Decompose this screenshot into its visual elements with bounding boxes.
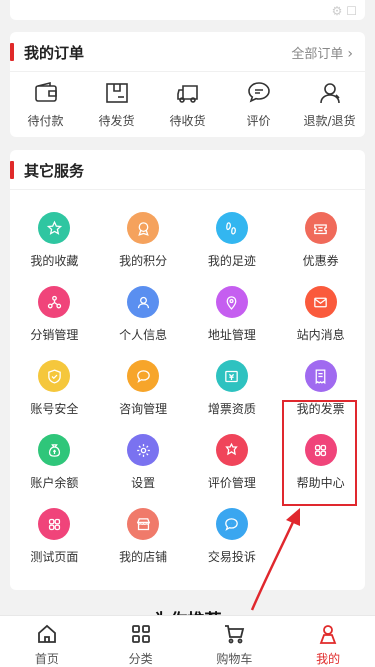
service-item[interactable]: 个人信息 [99,286,188,360]
wallet-icon [34,81,57,102]
order-item-label: 评价 [246,114,271,128]
service-item[interactable]: 评价管理 [188,434,277,508]
service-label: 我的积分 [119,254,168,268]
tab-label: 购物车 [216,652,253,666]
distribution-icon [38,286,71,318]
service-item[interactable]: 我的足迹 [188,212,277,286]
tab-mine[interactable]: 我的 [281,616,375,667]
service-label: 测试页面 [30,550,79,564]
service-label: 我的店铺 [119,550,168,564]
service-label: 评价管理 [207,476,256,490]
service-item[interactable]: 交易投诉 [188,508,277,582]
services-title: 其它服务 [24,162,85,180]
service-item[interactable]: 账号安全 [10,360,99,434]
tab-label: 分类 [128,652,153,666]
tab-home[interactable]: 首页 [0,616,94,667]
order-pending-shipment[interactable]: 待发货 [82,80,152,129]
service-label: 我的收藏 [30,254,79,268]
order-item-label: 退款/退货 [303,114,356,128]
service-label: 增票资质 [207,402,256,416]
tab-label: 首页 [34,652,59,666]
mail-icon [304,286,337,318]
category-icon [131,625,150,643]
grid-icon [38,508,71,540]
profile-card-partial: ⚙ ☐ [10,0,365,20]
service-label: 设置 [131,476,156,490]
service-item[interactable]: 咨询管理 [99,360,188,434]
service-item[interactable]: 我的收藏 [10,212,99,286]
order-review[interactable]: 评价 [224,80,294,129]
service-label: 分销管理 [30,328,79,342]
medal-icon [127,212,160,244]
location-icon [215,286,248,318]
service-label: 站内消息 [296,328,345,342]
bottom-tab-bar: 首页 分类 购物车 我的 [0,615,375,667]
footprint-icon [215,212,248,244]
service-label: 咨询管理 [119,402,168,416]
orders-title: 我的订单 [24,44,85,62]
service-item[interactable]: 站内消息 [276,286,365,360]
money-bag-icon [38,434,71,466]
order-status-row: 待付款 待发货 待收货 评价 退款/退货 [10,80,365,129]
tab-label: 我的 [316,652,341,666]
services-grid: 我的收藏 我的积分 我的足迹 优惠券分销管理 个人信息 地址管理 站内消息账号安全 咨询管理 增… [10,212,365,582]
section-accent-bar [10,43,14,61]
truck-icon [176,85,198,103]
service-item[interactable]: 账户余额 [10,434,99,508]
gear-icon [127,434,160,466]
home-icon [37,624,56,643]
section-accent-bar [10,161,14,179]
orders-section: 我的订单 全部订单 › 待付款 待发货 待收货 评价 退款/退货 [10,32,365,137]
order-pending-payment[interactable]: 待付款 [11,80,81,129]
service-item[interactable]: 设置 [99,434,188,508]
service-item[interactable]: 优惠券 [276,212,365,286]
orders-header: 我的订单 全部订单 › [10,32,365,72]
user-icon [319,625,337,644]
settings-icon[interactable]: ⚙ ☐ [332,4,357,18]
tab-cart[interactable]: 购物车 [188,616,282,667]
service-item[interactable]: 增票资质 [188,360,277,434]
coupon-icon [304,212,337,244]
order-pending-receipt[interactable]: 待收货 [153,80,223,129]
package-icon [105,83,128,103]
tab-category[interactable]: 分类 [94,616,188,667]
highlight-box [282,400,357,506]
service-item[interactable]: 我的店铺 [99,508,188,582]
service-label: 地址管理 [207,328,256,342]
comment-icon [247,82,270,103]
service-item[interactable]: 分销管理 [10,286,99,360]
order-refund[interactable]: 退款/退货 [295,80,365,129]
service-label: 交易投诉 [207,550,256,564]
service-label: 个人信息 [119,328,168,342]
service-label: 优惠券 [302,254,339,268]
service-label: 账号安全 [30,402,79,416]
order-item-label: 待收货 [169,114,206,128]
order-item-label: 待付款 [27,114,64,128]
order-item-label: 待发货 [98,114,135,128]
ticket-icon [215,360,248,392]
service-label: 账户余额 [30,476,79,490]
service-item[interactable]: 测试页面 [10,508,99,582]
cart-icon [225,625,245,644]
chat-bubble-icon [127,360,160,392]
store-icon [127,508,160,540]
shield-icon [38,360,71,392]
complaint-icon [215,508,248,540]
star-icon [38,212,71,244]
refund-icon [319,83,340,104]
services-section: 其它服务 我的收藏 我的积分 我的足迹 优惠券分销管理 个人信息 地址管理 站内消息账号安全… [10,150,365,590]
service-item[interactable]: 地址管理 [188,286,277,360]
service-item[interactable]: 我的积分 [99,212,188,286]
chevron-right-icon: › [347,46,353,62]
invoice-icon [304,360,337,392]
review-icon [215,434,248,466]
services-header: 其它服务 [10,150,365,190]
service-label: 我的足迹 [207,254,256,268]
person-icon [127,286,160,318]
all-orders-link[interactable]: 全部订单 › [291,43,353,62]
